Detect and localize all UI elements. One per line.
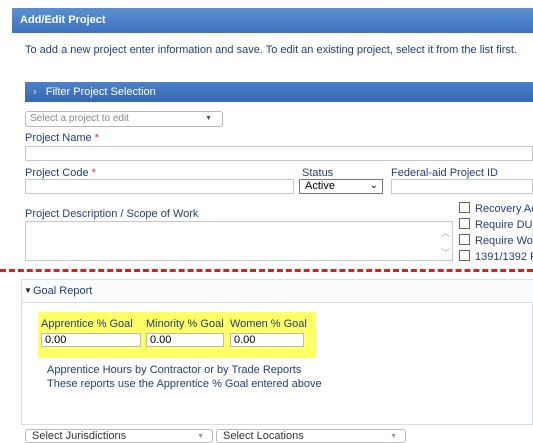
apprentice-goal-input[interactable]: 0.00 <box>41 333 141 347</box>
project-code-input[interactable] <box>25 179 294 194</box>
description-label: Project Description / Scope of Work <box>25 208 199 220</box>
goal-report-header[interactable] <box>22 280 533 303</box>
minority-goal-label: Minority % Goal <box>146 318 224 330</box>
triangle-down-icon[interactable]: ▼ <box>24 286 32 295</box>
women-goal-input[interactable]: 0.00 <box>230 333 304 347</box>
dropdown-arrow-icon: ▼ <box>205 115 212 122</box>
dropdown-arrow-icon: ▼ <box>197 433 204 440</box>
status-label: Status <box>302 167 334 179</box>
checkbox-box[interactable] <box>459 250 470 261</box>
federal-aid-id-input[interactable] <box>391 179 533 194</box>
description-textarea[interactable]: ︿ ﹀ <box>25 221 453 261</box>
locations-select[interactable]: Select Locations ▼ <box>216 429 406 443</box>
locations-select-label: Select Locations <box>223 430 304 442</box>
filter-bar-label: Filter Project Selection <box>45 86 156 98</box>
scroll-down-icon[interactable]: ﹀ <box>441 246 450 259</box>
project-name-input[interactable] <box>25 146 533 161</box>
jurisdictions-select[interactable]: Select Jurisdictions ▼ <box>25 429 213 443</box>
goal-reports-note-text: These reports use the Apprentice % Goal … <box>47 378 322 390</box>
project-code-label: Project Code * <box>25 167 96 179</box>
federal-aid-id-label: Federal-aid Project ID <box>391 167 498 179</box>
women-goal-label: Women % Goal <box>230 318 307 330</box>
chevron-down-icon: ⌄ <box>369 180 378 191</box>
goal-report-title[interactable]: Goal Report <box>33 285 92 297</box>
checkbox-box[interactable] <box>459 202 470 213</box>
status-select[interactable]: Active ⌄ <box>299 179 383 194</box>
add-edit-project-header: Add/Edit Project <box>12 8 533 33</box>
scroll-up-icon[interactable]: ︿ <box>441 226 450 239</box>
status-value: Active <box>305 180 335 192</box>
checkbox-require-dui[interactable]: Require DUI <box>459 218 533 231</box>
chevron-right-icon: › <box>33 86 37 98</box>
apprentice-goal-label: Apprentice % Goal <box>41 318 133 330</box>
required-marker: * <box>94 132 99 144</box>
filter-project-selection-bar[interactable]: › Filter Project Selection <box>25 82 533 102</box>
project-select-placeholder: Select a project to edit <box>30 113 129 124</box>
checkbox-require-work[interactable]: Require Wor <box>459 234 533 247</box>
project-name-label: Project Name * <box>25 132 99 144</box>
checkbox-box[interactable] <box>459 218 470 229</box>
apprentice-hours-reports-text: Apprentice Hours by Contractor or by Tra… <box>47 364 302 376</box>
dropdown-arrow-icon: ▼ <box>390 433 397 440</box>
minority-goal-input[interactable]: 0.00 <box>146 333 224 347</box>
checkbox-box[interactable] <box>459 234 470 245</box>
checkbox-1391-1392[interactable]: 1391/1392 F <box>459 250 533 263</box>
jurisdictions-select-label: Select Jurisdictions <box>32 430 127 442</box>
project-select[interactable]: Select a project to edit ▼ <box>25 111 223 127</box>
red-dashed-divider <box>0 269 533 272</box>
checkbox-recovery[interactable]: Recovery Ac <box>459 202 533 215</box>
required-marker: * <box>91 167 96 179</box>
intro-text: To add a new project enter information a… <box>25 44 517 56</box>
